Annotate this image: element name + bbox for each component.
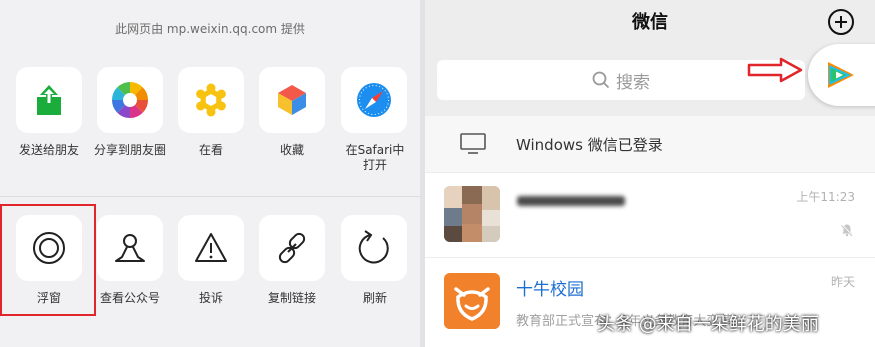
refresh-button[interactable] <box>341 215 407 281</box>
monitor-icon <box>460 133 486 154</box>
refresh-icon <box>358 230 389 264</box>
blurred-name <box>517 196 625 206</box>
favorite-button[interactable] <box>259 67 325 133</box>
send-to-friend-label: 发送给朋友 <box>18 143 79 157</box>
share-moments-label: 分享到朋友圈 <box>93 143 166 157</box>
chat-time: 昨天 <box>830 275 855 289</box>
refresh-label: 刷新 <box>362 291 387 305</box>
send-to-friend-button[interactable] <box>16 67 82 133</box>
favorite-label: 收藏 <box>279 143 304 157</box>
share-moments-button[interactable] <box>97 67 163 133</box>
windows-login-text: Windows 微信已登录 <box>516 136 663 154</box>
wechat-main: 微信 搜索 Windows 微信已登录 上午11:23 十牛校园 昨天 教育部正… <box>425 0 875 347</box>
red-arrow-annotation <box>747 57 803 83</box>
list-item[interactable]: 上午11:23 <box>425 173 875 257</box>
link-icon <box>278 232 306 264</box>
copy-link-label: 复制链接 <box>267 291 316 305</box>
chat-time: 上午11:23 <box>796 190 855 204</box>
moments-icon <box>112 82 148 118</box>
view-official-account-button[interactable] <box>97 215 163 281</box>
windows-login-row[interactable]: Windows 微信已登录 <box>425 116 875 172</box>
avatar <box>444 186 500 242</box>
warning-icon <box>195 233 227 262</box>
watermark: 头条 @来自一朵鲜花的美丽 <box>597 314 819 335</box>
source-note: 此网页由 mp.weixin.qq.com 提供 <box>115 22 305 36</box>
official-account-icon <box>115 234 145 262</box>
favorite-cube-icon <box>278 85 306 115</box>
send-to-friend-icon <box>37 85 61 115</box>
copy-link-button[interactable] <box>259 215 325 281</box>
share-sheet: 此网页由 mp.weixin.qq.com 提供 发送给朋友 分享到朋友圈 在看… <box>0 0 420 347</box>
open-in-safari-label: 在Safari中 打开 <box>345 143 405 172</box>
search-icon <box>592 71 610 89</box>
add-plus-button[interactable] <box>828 9 854 35</box>
avatar <box>444 273 500 329</box>
page-title: 微信 <box>632 12 668 33</box>
wow-button[interactable] <box>178 67 244 133</box>
complain-label: 投诉 <box>198 291 223 305</box>
search-placeholder: 搜索 <box>616 72 650 93</box>
complain-button[interactable] <box>178 215 244 281</box>
mute-bell-icon <box>841 224 853 237</box>
safari-compass-icon <box>357 83 391 117</box>
wow-label: 在看 <box>198 143 223 157</box>
open-in-safari-button[interactable] <box>341 67 407 133</box>
row-divider <box>0 196 420 197</box>
view-official-account-label: 查看公众号 <box>99 291 160 305</box>
float-window-highlight <box>0 204 96 316</box>
tencent-video-icon <box>820 56 858 94</box>
chat-name: 十牛校园 <box>516 280 584 300</box>
wow-icon <box>196 83 226 117</box>
floating-window-bubble[interactable] <box>808 44 875 106</box>
